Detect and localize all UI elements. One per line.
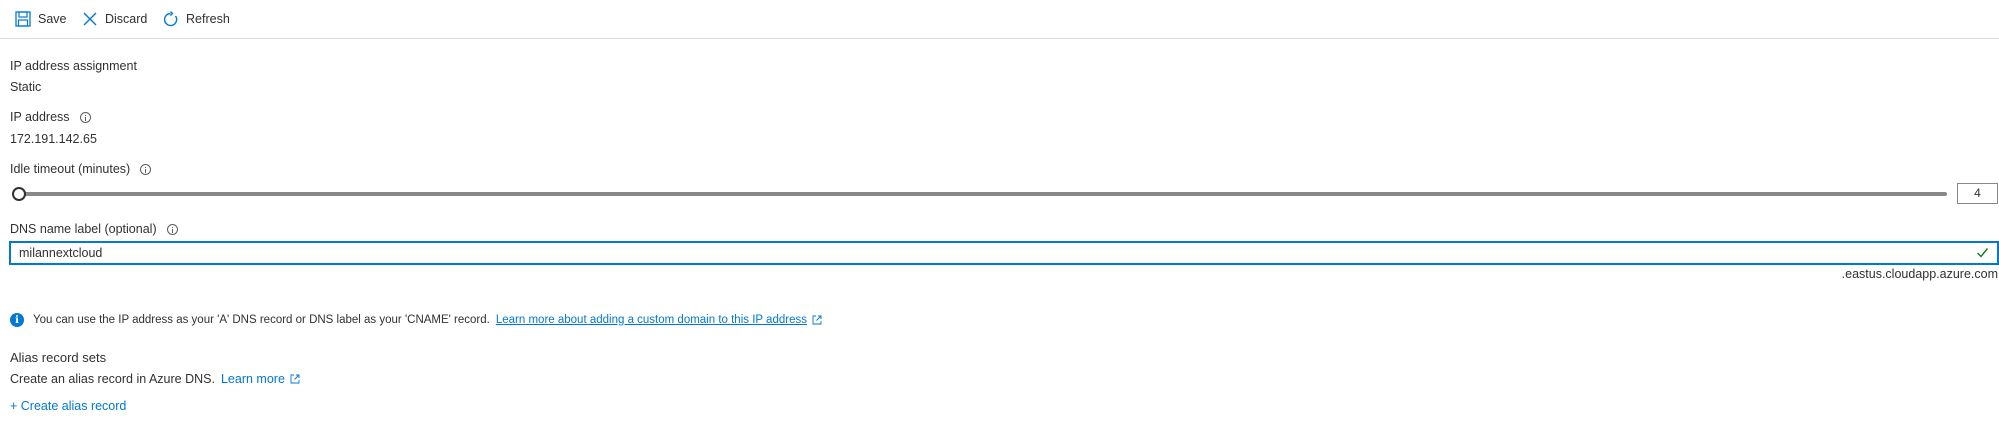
create-alias-record-button[interactable]: + Create alias record [10, 399, 126, 413]
external-link-icon [812, 315, 822, 325]
discard-button[interactable]: Discard [82, 8, 147, 30]
save-icon [15, 11, 31, 27]
idle-timeout-slider-thumb[interactable] [12, 187, 26, 201]
dns-label-text: DNS name label (optional) [10, 222, 157, 236]
alias-description-text: Create an alias record in Azure DNS. [10, 372, 215, 386]
idle-timeout-label: Idle timeout (minutes) [10, 162, 152, 176]
info-icon[interactable] [140, 163, 152, 175]
dns-label: DNS name label (optional) [10, 222, 178, 236]
external-link-icon [290, 374, 300, 384]
dns-suffix: .eastus.cloudapp.azure.com [1841, 267, 1998, 281]
ip-assignment-label: IP address assignment [10, 59, 137, 73]
custom-domain-link[interactable]: Learn more about adding a custom domain … [496, 314, 807, 326]
refresh-button[interactable]: Refresh [162, 8, 230, 30]
ip-assignment-label-text: IP address assignment [10, 59, 137, 73]
alias-description: Create an alias record in Azure DNS. Lea… [10, 372, 300, 386]
info-banner: i You can use the IP address as your 'A'… [10, 313, 822, 327]
refresh-label: Refresh [186, 12, 230, 26]
alias-title: Alias record sets [10, 350, 106, 365]
ip-address-label: IP address [10, 110, 91, 124]
dns-name-input[interactable]: milannextcloud [9, 241, 1999, 265]
learn-more-link[interactable]: Learn more [221, 372, 285, 386]
info-filled-icon: i [10, 313, 24, 327]
ip-assignment-value: Static [10, 80, 42, 94]
idle-timeout-input[interactable]: 4 [1957, 183, 1998, 204]
ip-address-value: 172.191.142.65 [10, 132, 97, 146]
info-text: You can use the IP address as your 'A' D… [33, 314, 490, 326]
dns-name-value: milannextcloud [19, 246, 103, 260]
alias-title-text: Alias record sets [10, 350, 107, 365]
ip-address-label-text: IP address [10, 110, 70, 124]
create-alias-record-label: + Create alias record [10, 399, 127, 413]
idle-timeout-label-text: Idle timeout (minutes) [10, 162, 131, 176]
discard-label: Discard [105, 12, 148, 26]
save-label: Save [38, 12, 67, 26]
save-button[interactable]: Save [15, 8, 67, 30]
command-bar: Save Discard Refresh [0, 0, 1999, 39]
info-icon[interactable] [166, 223, 178, 235]
idle-timeout-slider-track[interactable] [20, 192, 1947, 196]
refresh-icon [163, 10, 178, 26]
close-icon [83, 12, 97, 26]
checkmark-icon [1977, 248, 1989, 258]
info-icon[interactable] [79, 111, 91, 123]
